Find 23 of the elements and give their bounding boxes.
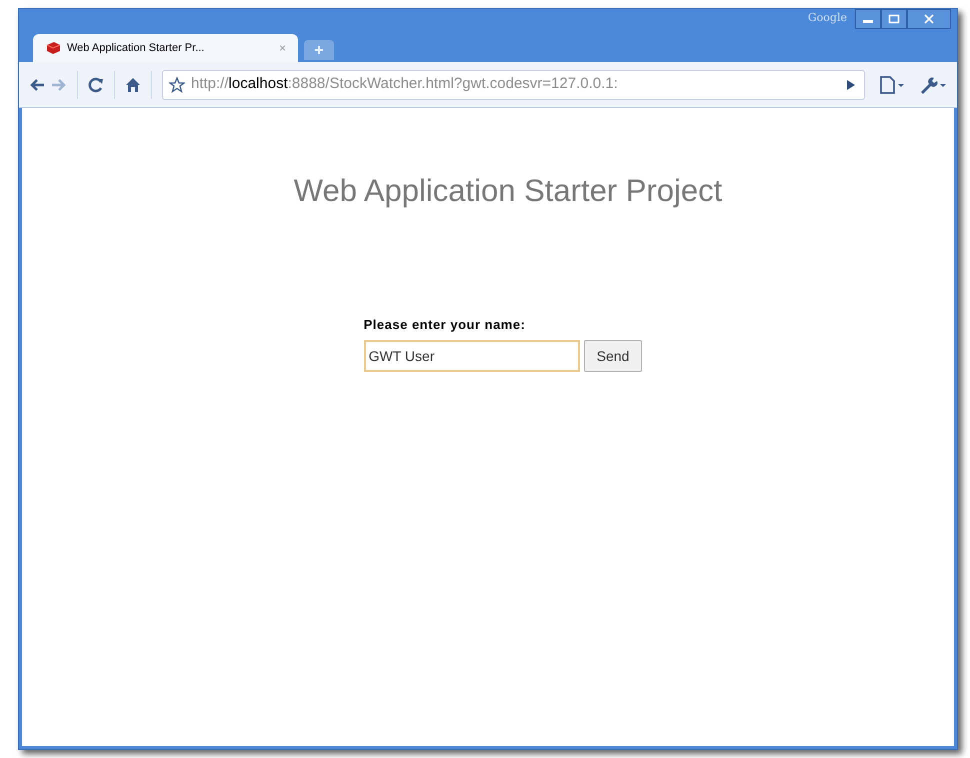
minimize-button[interactable] — [855, 9, 881, 29]
home-icon[interactable] — [125, 76, 141, 92]
browser-tab[interactable]: Web Application Starter Pr... × — [33, 34, 298, 62]
brand-label: Google — [808, 10, 847, 26]
cube-icon — [45, 41, 61, 55]
close-button[interactable] — [907, 9, 951, 29]
address-bar[interactable]: http://localhost:8888/StockWatcher.html?gwt.codesvr=127.0.0.1: — [162, 70, 865, 100]
plus-icon — [314, 45, 324, 55]
name-field[interactable]: GWT User — [364, 340, 580, 372]
reload-icon[interactable] — [88, 76, 104, 92]
url-text: http://localhost:8888/StockWatcher.html?gwt.codesvr=127.0.0.1: — [191, 74, 619, 94]
play-icon[interactable] — [846, 78, 856, 90]
star-icon[interactable] — [169, 76, 185, 92]
maximize-icon — [888, 14, 900, 24]
tab-title: Web Application Starter Pr... — [67, 40, 204, 56]
close-icon — [924, 14, 934, 24]
page-menu-icon[interactable] — [879, 76, 905, 94]
wrench-icon[interactable] — [919, 76, 947, 94]
send-button[interactable]: Send — [584, 340, 642, 372]
back-icon[interactable] — [29, 78, 45, 92]
page-heading: Web Application Starter Project — [294, 172, 722, 210]
name-prompt: Please enter your name: — [364, 316, 526, 334]
maximize-button[interactable] — [881, 9, 907, 29]
